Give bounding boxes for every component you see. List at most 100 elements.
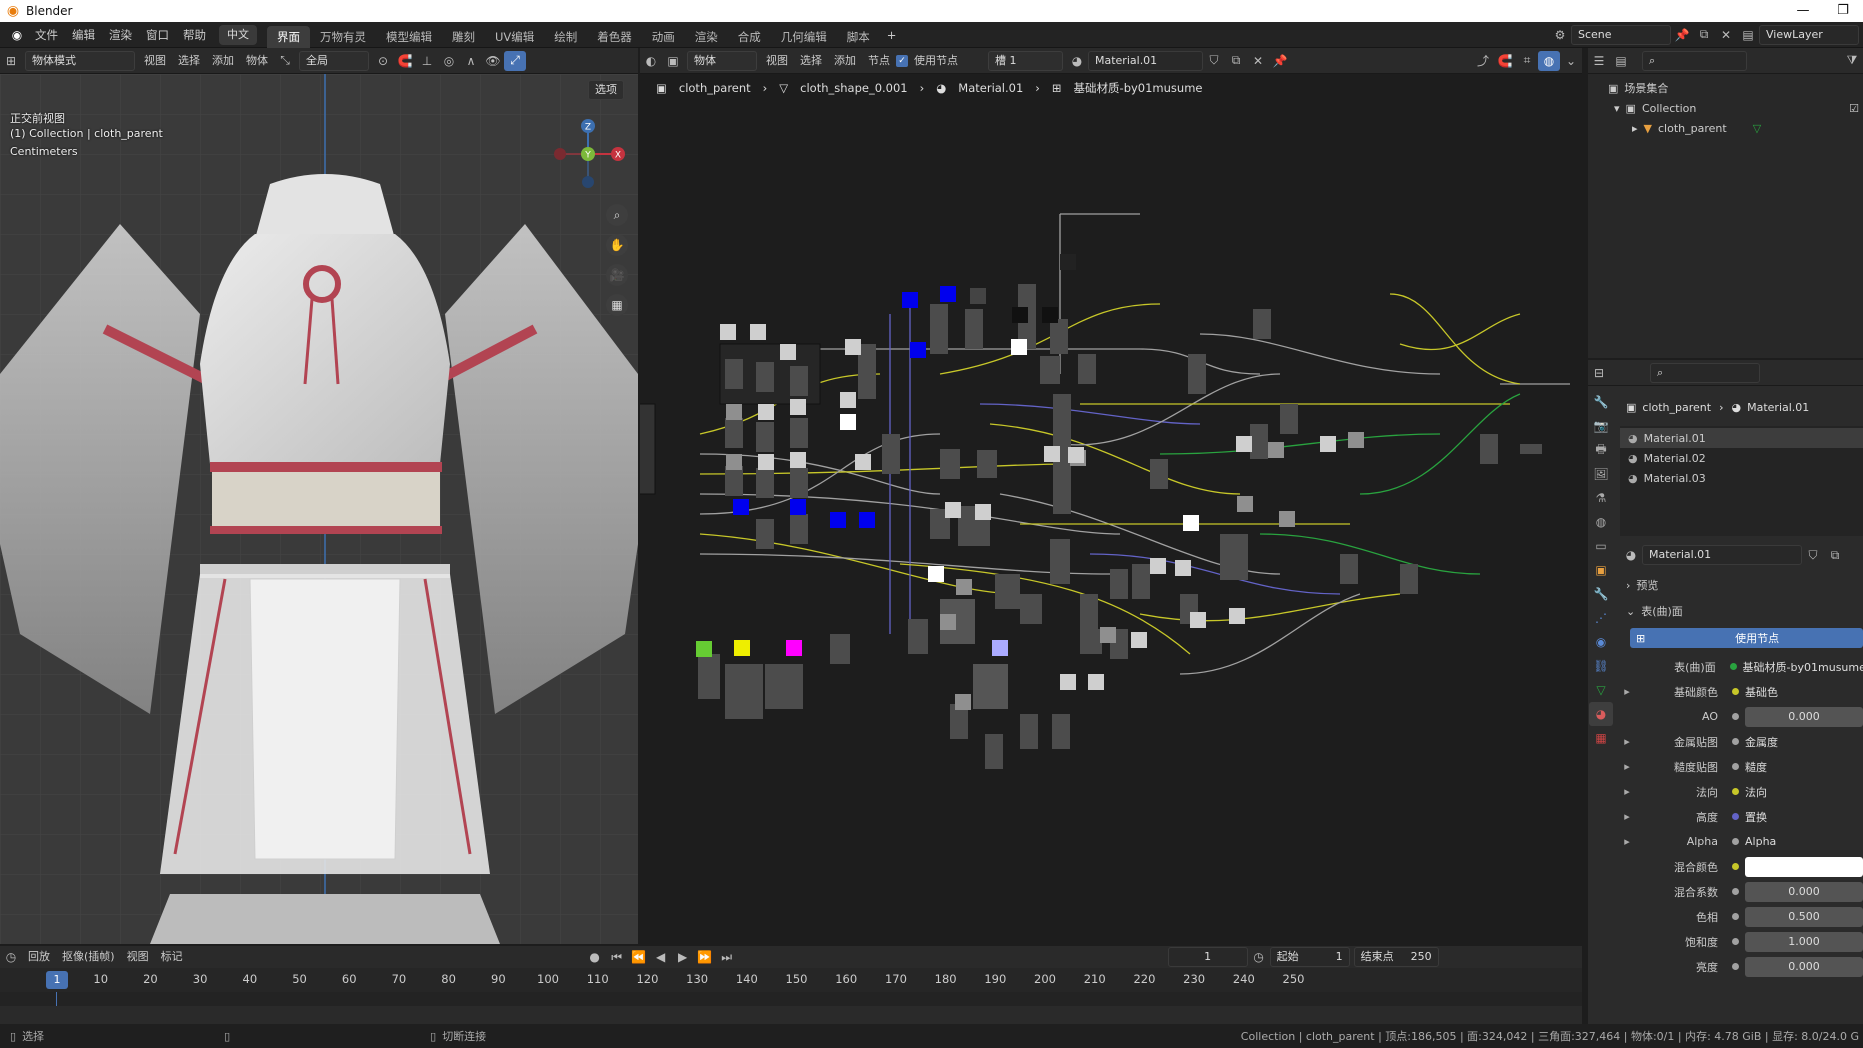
socket-icon[interactable] (1732, 913, 1739, 920)
socket-icon[interactable] (1732, 788, 1739, 795)
object-tab-icon[interactable]: ▣ (1589, 558, 1613, 582)
timeline[interactable]: ◷ 回放 抠像(插帧) 视图 标记 ● ⏮ ⏪ ◀ ▶ ⏩ ⏭ 1 ◷ 起始 1 … (0, 946, 1582, 1024)
linked-input-label[interactable]: 糙度 (1745, 759, 1863, 775)
color-swatch[interactable] (1745, 856, 1863, 877)
tab-modeling[interactable]: 模型编辑 (376, 26, 442, 48)
output-tab-icon[interactable]: 🖶 (1589, 438, 1613, 462)
filter-icon[interactable]: ⧩ (1841, 51, 1863, 71)
constraints-tab-icon[interactable]: ⛓ (1589, 654, 1613, 678)
ortho-grid-icon[interactable]: ▦ (606, 294, 628, 316)
timeline-menu-view[interactable]: 视图 (121, 947, 155, 967)
delete-scene-icon[interactable]: ✕ (1715, 25, 1737, 45)
linked-input-label[interactable]: 金属度 (1745, 734, 1863, 750)
socket-icon[interactable] (1732, 763, 1739, 770)
tab-compositing[interactable]: 合成 (728, 26, 771, 48)
physics-tab-icon[interactable]: ◉ (1589, 630, 1613, 654)
outliner-object[interactable]: ▸ ▼ cloth_parent ▽ (1588, 118, 1863, 138)
property-value-field[interactable]: 1.000 (1745, 931, 1863, 952)
visibility-icon[interactable]: 👁 (482, 51, 504, 71)
property-row[interactable]: ▸ 金属贴图 金属度 (1620, 729, 1863, 754)
collapse-arrow-icon[interactable]: ▾ (1614, 102, 1620, 115)
new-scene-icon[interactable]: ⧉ (1693, 25, 1715, 45)
pan-hand-icon[interactable]: ✋ (606, 234, 628, 256)
slot-dropdown[interactable]: 槽 1 (988, 50, 1063, 71)
tab-paint[interactable]: 绘制 (544, 26, 587, 48)
outliner-search-icon[interactable]: ⌕ (1642, 50, 1747, 71)
particles-tab-icon[interactable]: ⋰ (1589, 606, 1613, 630)
proportional-edit-icon[interactable]: ◎ (438, 51, 460, 71)
material-datablock-field[interactable]: Material.01 (1642, 545, 1802, 565)
texture-tab-icon[interactable]: ▦ (1589, 726, 1613, 750)
frame-ruler[interactable]: 1 10 20 30 40 50 60 70 80 90 100 110 120 130 140 150 16… (0, 968, 1582, 992)
expand-arrow-icon[interactable]: ▸ (1620, 785, 1634, 798)
property-row[interactable]: AO 0.000 (1620, 704, 1863, 729)
material-tab-icon[interactable]: ◕ (1589, 702, 1613, 726)
node-menu-view[interactable]: 视图 (760, 51, 794, 71)
tab-shading[interactable]: 着色器 (587, 26, 642, 48)
world-tab-icon[interactable]: ◍ (1589, 510, 1613, 534)
zoom-icon[interactable]: ⌕ (606, 204, 628, 226)
node-editor-type-icon[interactable]: ◐ (640, 51, 662, 71)
outliner-editor-icon[interactable]: ☰ (1588, 51, 1610, 71)
duplicate-material-icon[interactable]: ⧉ (1225, 51, 1247, 71)
material-browse-icon[interactable]: ◕ (1620, 545, 1642, 565)
tab-wanwu[interactable]: 万物有灵 (310, 26, 376, 48)
jump-end-icon[interactable]: ⏭ (716, 947, 738, 967)
property-row[interactable]: 亮度 0.000 (1620, 954, 1863, 979)
property-row[interactable]: ▸ 法向 法向 (1620, 779, 1863, 804)
property-value-field[interactable]: 0.000 (1745, 881, 1863, 902)
timeline-menu-playback[interactable]: 回放 (22, 947, 56, 967)
expand-arrow-icon[interactable]: ▸ (1632, 122, 1638, 135)
menu-edit[interactable]: 编辑 (65, 22, 102, 48)
material-slot-list[interactable]: ◕ Material.01 ◕ Material.02 ◕ Material.03 (1620, 426, 1863, 536)
scene-tab-icon[interactable]: ⚗ (1589, 486, 1613, 510)
minimize-button[interactable]: — (1783, 0, 1823, 22)
material-slot-item[interactable]: ◕ Material.03 (1620, 468, 1863, 488)
property-value-field[interactable]: 0.500 (1745, 906, 1863, 927)
scene-field[interactable]: Scene (1571, 24, 1671, 45)
socket-icon[interactable] (1732, 813, 1739, 820)
current-frame-indicator[interactable]: 1 (46, 971, 68, 989)
outliner-collection[interactable]: ▾ ▣ Collection ☑ (1588, 98, 1863, 118)
property-row[interactable]: ▸ 糙度贴图 糙度 (1620, 754, 1863, 779)
pin-icon[interactable]: 📌 (1269, 51, 1291, 71)
overlays-icon[interactable]: ◍ (1538, 50, 1560, 71)
property-row[interactable]: ▸ Alpha Alpha (1620, 829, 1863, 854)
surface-shader-row[interactable]: 表(曲)面 基础材质-by01musume (1620, 654, 1863, 679)
tab-layout[interactable]: 界面 (267, 25, 310, 48)
socket-icon[interactable] (1732, 738, 1739, 745)
expand-arrow-icon[interactable]: ▸ (1620, 685, 1634, 698)
falloff-icon[interactable]: ∧ (460, 51, 482, 71)
mode-dropdown[interactable]: 物体模式 (25, 50, 135, 71)
tab-rendering[interactable]: 渲染 (685, 26, 728, 48)
use-nodes-checkbox[interactable]: ✓ (896, 54, 908, 67)
properties-editor-icon[interactable]: ⊟ (1588, 363, 1610, 383)
tab-uv[interactable]: UV编辑 (485, 26, 544, 48)
snap-target-icon[interactable]: ⊥ (416, 51, 438, 71)
overlay-dropdown-icon[interactable]: ⌄ (1560, 51, 1582, 71)
viewport-menu-view[interactable]: 视图 (138, 51, 172, 71)
node-menu-add[interactable]: 添加 (828, 51, 862, 71)
socket-icon[interactable] (1732, 863, 1739, 870)
timeline-editor-icon[interactable]: ◷ (0, 947, 22, 967)
data-tab-icon[interactable]: ▽ (1589, 678, 1613, 702)
snap-node-icon[interactable]: 🧲 (1494, 51, 1516, 71)
jump-start-icon[interactable]: ⏮ (606, 947, 628, 967)
property-row[interactable]: 混合颜色 (1620, 854, 1863, 879)
socket-icon[interactable] (1732, 963, 1739, 970)
end-frame-field[interactable]: 结束点 250 (1353, 947, 1439, 967)
add-workspace-button[interactable]: + (880, 22, 904, 48)
expand-arrow-icon[interactable]: ▸ (1620, 835, 1634, 848)
expand-arrow-icon[interactable]: ▸ (1620, 760, 1634, 773)
node-rects[interactable] (640, 254, 1542, 769)
tab-scripting[interactable]: 脚本 (837, 26, 880, 48)
material-sphere-icon[interactable]: ◕ (1066, 51, 1088, 71)
property-row[interactable]: ▸ 高度 置换 (1620, 804, 1863, 829)
record-icon[interactable]: ● (584, 947, 606, 967)
tab-animation[interactable]: 动画 (642, 26, 685, 48)
viewlayer-icon[interactable]: ▤ (1737, 25, 1759, 45)
fake-user-icon[interactable]: ⛉ (1203, 51, 1225, 71)
socket-icon[interactable] (1732, 688, 1739, 695)
pivot-icon[interactable]: ⊙ (372, 51, 394, 71)
current-frame-field[interactable]: 1 (1167, 947, 1248, 967)
